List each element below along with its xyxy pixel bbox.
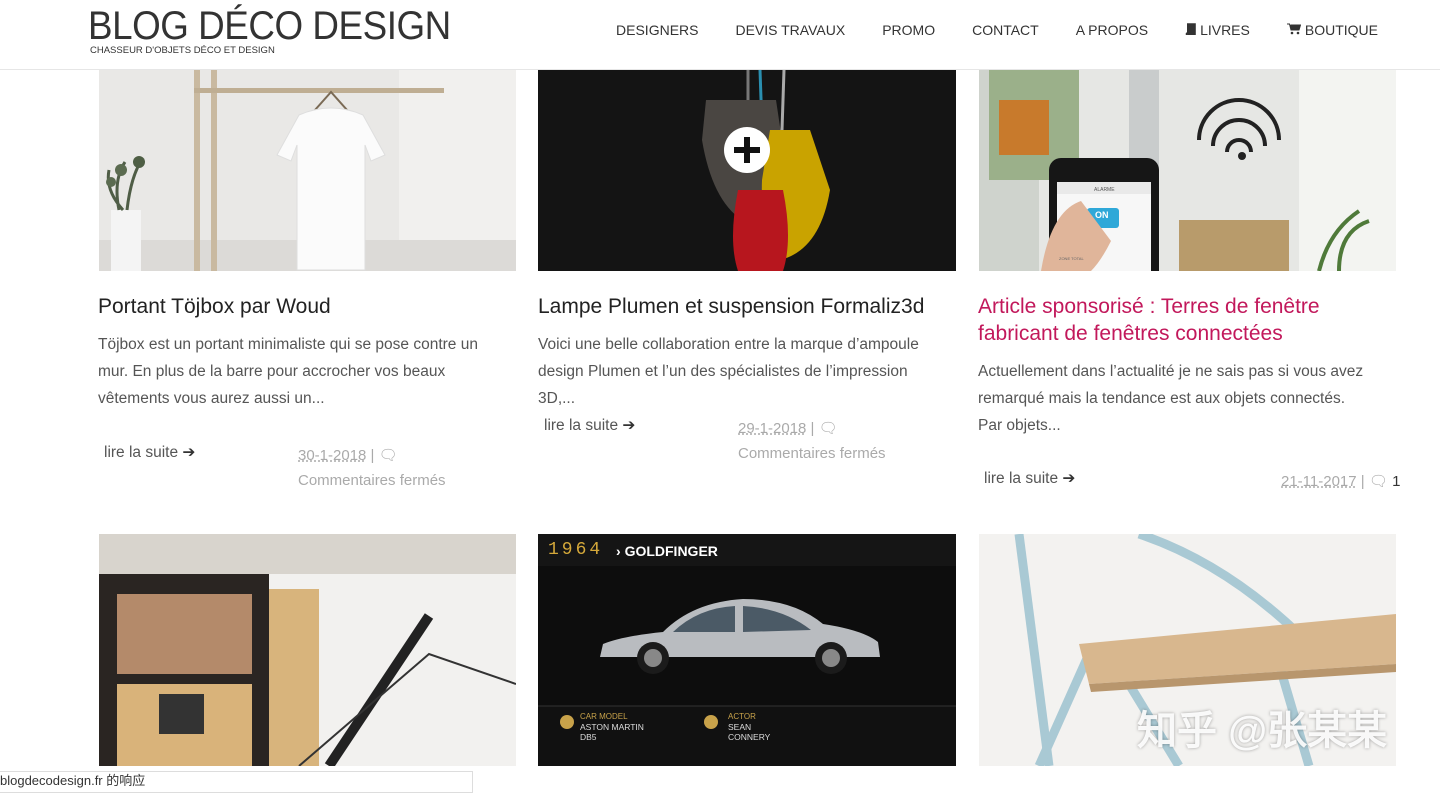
post-meta: 29-1-2018 | 🗨 Commentaires fermés	[738, 420, 886, 462]
expand-plus-icon[interactable]	[724, 127, 770, 173]
film-title-text: GOLDFINGER	[624, 543, 718, 559]
clothes-rack-image	[99, 70, 516, 271]
post-excerpt: Töjbox est un portant minimaliste qui se…	[98, 336, 478, 407]
car-model-label: CAR MODEL	[580, 712, 628, 721]
cart-icon	[1286, 23, 1302, 38]
site-logo-title[interactable]: BLOG DÉCO DESIGN	[88, 4, 451, 49]
post-title-tojbox[interactable]: Portant Töjbox par Woud	[98, 293, 518, 320]
nav-label: LIVRES	[1200, 22, 1250, 38]
nav-livres[interactable]: LIVRES	[1185, 22, 1250, 38]
kitchen-stairs-image	[99, 534, 516, 766]
nav-promo[interactable]: PROMO	[882, 22, 935, 38]
nav-label: DEVIS TRAVAUX	[735, 22, 846, 38]
post-excerpt: Voici une belle collaboration entre la m…	[538, 336, 919, 407]
read-more-label: lire la suite	[984, 470, 1059, 487]
comments-count[interactable]: 1	[1392, 473, 1400, 490]
comments-status: Commentaires fermés	[298, 472, 446, 489]
comment-icon: 🗨	[1368, 473, 1388, 490]
nav-label: CONTACT	[972, 22, 1039, 38]
film-year: 1964	[548, 540, 604, 560]
phone-app-title: ALARME	[1094, 187, 1115, 193]
nav-label: DESIGNERS	[616, 22, 699, 38]
comment-icon: 🗨	[818, 420, 838, 437]
comment-icon: 🗨	[378, 447, 398, 464]
browser-status-bar: blogdecodesign.fr 的响应	[0, 771, 473, 793]
car-model-value: ASTON MARTIN DB5	[580, 722, 644, 742]
post-date[interactable]: 21-11-2017	[1281, 473, 1357, 490]
post-meta: 30-1-2018 | 🗨 Commentaires fermés	[298, 447, 446, 489]
post-thumbnail-plumen[interactable]	[538, 70, 956, 271]
nav-a-propos[interactable]: A PROPOS	[1076, 22, 1148, 38]
nav-label: A PROPOS	[1075, 22, 1149, 38]
read-more-label: lire la suite	[544, 417, 619, 434]
comments-status: Commentaires fermés	[738, 445, 886, 462]
nav-boutique[interactable]: BOUTIQUE	[1286, 22, 1378, 38]
actor-label: ACTOR	[728, 712, 756, 721]
site-header: BLOG DÉCO DESIGN CHASSEUR D'OBJETS DÉCO …	[0, 0, 1440, 70]
post-title-plumen[interactable]: Lampe Plumen et suspension Formaliz3d	[538, 293, 958, 320]
read-more-label: lire la suite	[104, 444, 179, 461]
post-thumbnail-kitchen-stairs[interactable]	[99, 534, 516, 766]
nav-label: PROMO	[882, 22, 936, 38]
actor-value: SEAN CONNERY	[728, 722, 771, 742]
chevron-right-icon: ›	[616, 543, 621, 559]
connected-window-image	[979, 70, 1396, 271]
post-date[interactable]: 29-1-2018	[738, 420, 806, 437]
watermark: 知乎 @张某某	[1137, 709, 1388, 753]
nav-designers[interactable]: DESIGNERS	[616, 22, 698, 38]
post-thumbnail-terres-de-fenetre[interactable]: ALARME ON ZONE TOTAL	[979, 70, 1396, 271]
post-date[interactable]: 30-1-2018	[298, 447, 366, 464]
arrow-right-icon: ➔	[182, 444, 196, 461]
site-logo-subtitle: CHASSEUR D'OBJETS DÉCO ET DESIGN	[90, 45, 275, 56]
book-icon	[1185, 22, 1196, 38]
arrow-right-icon: ➔	[1062, 470, 1076, 487]
nav-contact[interactable]: CONTACT	[972, 22, 1039, 38]
nav-label: BOUTIQUE	[1304, 22, 1378, 38]
post-thumbnail-aston-martin[interactable]: 1964 › GOLDFINGER CAR MODEL ASTON MARTIN…	[538, 534, 956, 766]
post-thumbnail-tojbox[interactable]	[99, 70, 516, 271]
read-more-link[interactable]: lire la suite ➔	[544, 416, 635, 435]
arrow-right-icon: ➔	[622, 417, 636, 434]
phone-zone-label: ZONE TOTAL	[1059, 256, 1084, 261]
post-title-terres-de-fenetre[interactable]: Article sponsorisé : Terres de fenêtre f…	[978, 293, 1378, 347]
read-more-link[interactable]: lire la suite ➔	[984, 469, 1075, 488]
nav-devis-travaux[interactable]: DEVIS TRAVAUX	[735, 22, 845, 38]
film-title: › GOLDFINGER	[616, 543, 718, 559]
post-meta: 21-11-2017 | 🗨 1	[1281, 473, 1401, 490]
post-excerpt: Actuellement dans l’actualité je ne sais…	[978, 363, 1364, 434]
read-more-link[interactable]: lire la suite ➔	[104, 443, 195, 462]
main-nav: DESIGNERS DEVIS TRAVAUX PROMO CONTACT A …	[579, 22, 1378, 38]
phone-on-toggle: ON	[1095, 210, 1109, 220]
